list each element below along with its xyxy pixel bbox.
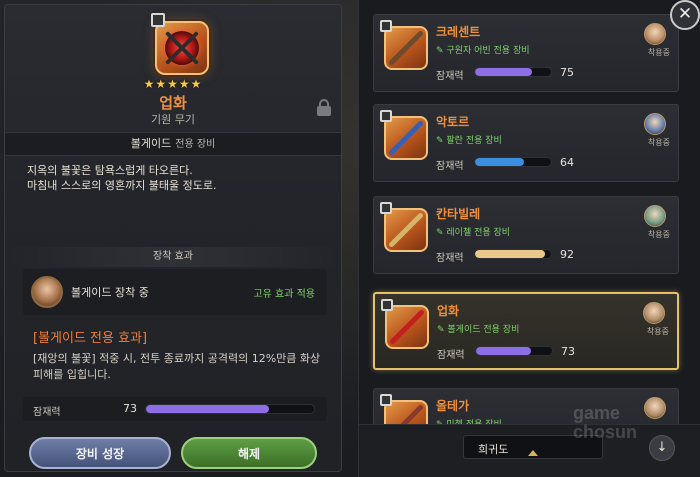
caret-up-icon [528, 450, 538, 456]
equip-tag-icon [380, 20, 392, 32]
equipped-badge: 착용중 [647, 138, 670, 147]
card-potential-bar [474, 157, 552, 167]
weapon-icon [380, 202, 428, 252]
card-potential-bar [474, 249, 552, 259]
equipped-badge: 착용중 [646, 327, 669, 336]
equipment-list-panel: 크레센트 구원자 어빈 전용 장비 잠재력 75 착용중 악토르 팔란 전용 장… [358, 0, 700, 477]
hellfire-weapon-icon [165, 31, 199, 65]
equip-tag-icon [381, 299, 393, 311]
description-line: 마침내 스스로의 영혼까지 불태울 정도로. [27, 179, 217, 192]
item-description: 지옥의 불꽃은 탐욕스럽게 타오른다. 마침내 스스로의 영혼까지 불태울 정도… [27, 163, 327, 193]
description-line: 지옥의 불꽃은 탐욕스럽게 타오른다. [27, 164, 193, 177]
character-avatar [644, 205, 666, 227]
card-exclusive: 구원자 어빈 전용 장비 [436, 43, 529, 56]
character-avatar [31, 276, 63, 308]
card-potential-bar-fill [476, 347, 532, 355]
blade-icon [387, 29, 425, 67]
release-button[interactable]: 해제 [181, 437, 317, 469]
potential-stat-row: 잠재력 73 [23, 397, 327, 421]
potential-bar-fill [146, 405, 269, 413]
equip-tag-icon [151, 13, 165, 27]
equipment-card[interactable]: 업화 볼게이드 전용 장비 잠재력 73 착용중 [373, 292, 679, 370]
card-name: 올테가 [436, 399, 470, 413]
character-avatar [644, 23, 666, 45]
weapon-icon [381, 299, 429, 349]
close-icon[interactable]: ✕ [670, 0, 700, 30]
watermark: game chosun [573, 404, 693, 442]
card-name: 크레센트 [436, 25, 481, 39]
character-avatar [644, 113, 666, 135]
weapon-icon [380, 20, 428, 70]
bonus-effect-title: [볼게이드 전용 효과] [33, 331, 148, 346]
sort-label: 희귀도 [478, 443, 509, 456]
item-name: 업화 [159, 94, 187, 112]
equip-tag-icon [380, 394, 392, 406]
stat-value: 73 [123, 402, 137, 415]
card-stat-value: 75 [560, 66, 574, 79]
exclusive-owner-suffix: 전용 장비 [175, 139, 216, 150]
watermark-line: game [573, 403, 621, 423]
exclusive-owner-bar: 볼게이드 전용 장비 [5, 132, 341, 156]
equip-status-row: 볼게이드 장착 중 고유 효과 적용 [23, 269, 327, 315]
weapon-icon [380, 110, 428, 160]
watermark-line: chosun [573, 422, 638, 442]
card-stat-value: 73 [561, 345, 575, 358]
equipment-card[interactable]: 악토르 팔란 전용 장비 잠재력 64 착용중 [373, 104, 679, 182]
blade-icon [387, 211, 425, 249]
blade-icon [388, 308, 426, 346]
card-stat-label: 잠재력 [437, 350, 465, 361]
equip-tag-icon [380, 110, 392, 122]
equipped-badge: 착용중 [647, 48, 670, 57]
equipment-growth-button[interactable]: 장비 성장 [29, 437, 171, 469]
item-detail-panel: ★★★★★ 업화 기원 무기 볼게이드 전용 장비 지옥의 불꽃은 탐욕스럽게 타… [4, 4, 342, 472]
card-potential-bar-fill [475, 68, 532, 76]
card-potential-bar-fill [475, 158, 524, 166]
blade-icon [387, 119, 425, 157]
card-stat-label: 잠재력 [436, 253, 464, 264]
card-stat-value: 92 [560, 248, 574, 261]
equipment-card[interactable]: 크레센트 구원자 어빈 전용 장비 잠재력 75 착용중 [373, 14, 679, 92]
stat-label: 잠재력 [33, 407, 61, 418]
item-type: 기원 무기 [151, 113, 195, 126]
card-stat-label: 잠재력 [436, 161, 464, 172]
card-potential-bar [474, 67, 552, 77]
equip-effect-header: 장착 효과 [5, 247, 341, 267]
card-exclusive: 레이첼 전용 장비 [436, 225, 510, 238]
equipped-badge: 착용중 [647, 230, 670, 239]
lock-icon[interactable] [317, 99, 331, 116]
equip-tag-icon [380, 202, 392, 214]
card-stat-label: 잠재력 [436, 71, 464, 82]
star-rating: ★★★★★ [143, 77, 203, 91]
card-potential-bar [475, 346, 553, 356]
character-avatar [643, 302, 665, 324]
card-exclusive: 팔란 전용 장비 [436, 133, 501, 146]
bonus-effect-description: [재앙의 불꽃] 적중 시, 전투 종료까지 공격력의 12%만큼 화상 피해를… [33, 352, 321, 381]
equipment-card[interactable]: 칸타빌레 레이첼 전용 장비 잠재력 92 착용중 [373, 196, 679, 274]
unique-effect-label: 고유 효과 적용 [253, 289, 315, 300]
equip-status-text: 볼게이드 장착 중 [71, 286, 149, 299]
card-name: 칸타빌레 [436, 207, 481, 221]
card-potential-bar-fill [475, 250, 545, 258]
card-exclusive: 볼게이드 전용 장비 [437, 322, 519, 335]
exclusive-owner-name: 볼게이드 [130, 137, 172, 150]
weapon-icon [151, 13, 209, 75]
potential-bar [145, 404, 315, 414]
card-stat-value: 64 [560, 156, 574, 169]
card-name: 악토르 [436, 115, 470, 129]
card-name: 업화 [437, 304, 460, 318]
